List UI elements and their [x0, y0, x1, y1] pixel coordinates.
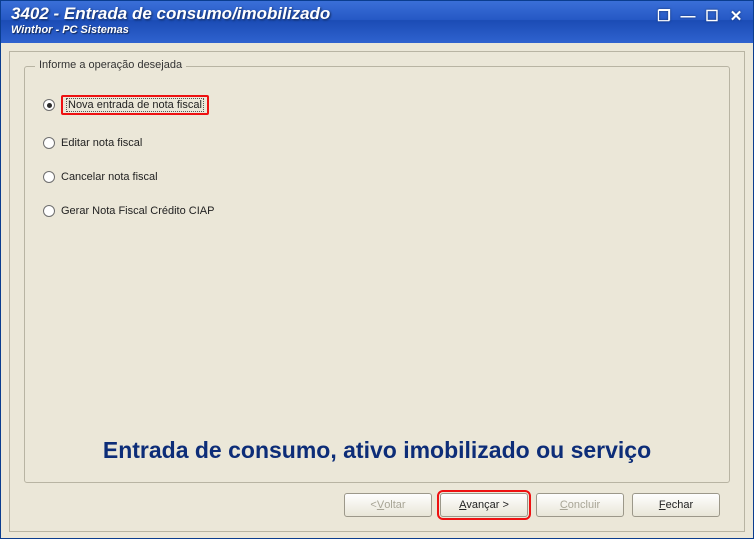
btn-rest: vançar >: [466, 499, 509, 511]
btn-u: F: [659, 499, 666, 511]
banner-text: Entrada de consumo, ativo imobilizado ou…: [25, 437, 729, 464]
radio-option-gerar-ciap[interactable]: Gerar Nota Fiscal Crédito CIAP: [43, 205, 715, 217]
btn-rest: echar: [666, 499, 694, 511]
radio-label: Cancelar nota fiscal: [61, 171, 158, 183]
btn-u: V: [377, 499, 384, 511]
app-window: 3402 - Entrada de consumo/imobilizado Wi…: [0, 0, 754, 539]
btn-rest: oltar: [384, 499, 405, 511]
minimize-icon[interactable]: —: [679, 8, 697, 25]
window-subtitle: Winthor - PC Sistemas: [11, 24, 655, 36]
content-outer: Informe a operação desejada Nova entrada…: [1, 43, 753, 538]
window-title: 3402 - Entrada de consumo/imobilizado: [11, 5, 655, 24]
highlight-box: Nova entrada de nota fiscal: [61, 95, 209, 115]
radio-label: Editar nota fiscal: [61, 137, 142, 149]
titlebar-controls: ❐ — ☐ ✕: [655, 5, 745, 25]
groupbox-legend: Informe a operação desejada: [35, 59, 186, 71]
restore-icon[interactable]: ❐: [655, 7, 673, 25]
radio-option-cancelar[interactable]: Cancelar nota fiscal: [43, 171, 715, 183]
back-button: < Voltar: [344, 493, 432, 517]
radio-label: Nova entrada de nota fiscal: [67, 99, 203, 111]
titlebar: 3402 - Entrada de consumo/imobilizado Wi…: [1, 1, 753, 43]
radio-icon: [43, 171, 55, 183]
btn-u: C: [560, 499, 568, 511]
radio-option-nova-entrada[interactable]: Nova entrada de nota fiscal: [43, 95, 715, 115]
radio-icon: [43, 205, 55, 217]
close-icon[interactable]: ✕: [727, 7, 745, 25]
close-button[interactable]: Fechar: [632, 493, 720, 517]
radio-icon: [43, 99, 55, 111]
radio-icon: [43, 137, 55, 149]
btn-u: A: [459, 499, 466, 511]
maximize-icon[interactable]: ☐: [703, 7, 721, 25]
btn-rest: oncluir: [568, 499, 600, 511]
content-panel: Informe a operação desejada Nova entrada…: [9, 51, 745, 532]
finish-button: Concluir: [536, 493, 624, 517]
next-button[interactable]: Avançar >: [440, 493, 528, 517]
operation-groupbox: Informe a operação desejada Nova entrada…: [24, 66, 730, 483]
wizard-button-bar: < Voltar Avançar > Concluir Fechar: [24, 483, 730, 521]
radio-option-editar[interactable]: Editar nota fiscal: [43, 137, 715, 149]
radio-label: Gerar Nota Fiscal Crédito CIAP: [61, 205, 214, 217]
titlebar-texts: 3402 - Entrada de consumo/imobilizado Wi…: [11, 5, 655, 36]
